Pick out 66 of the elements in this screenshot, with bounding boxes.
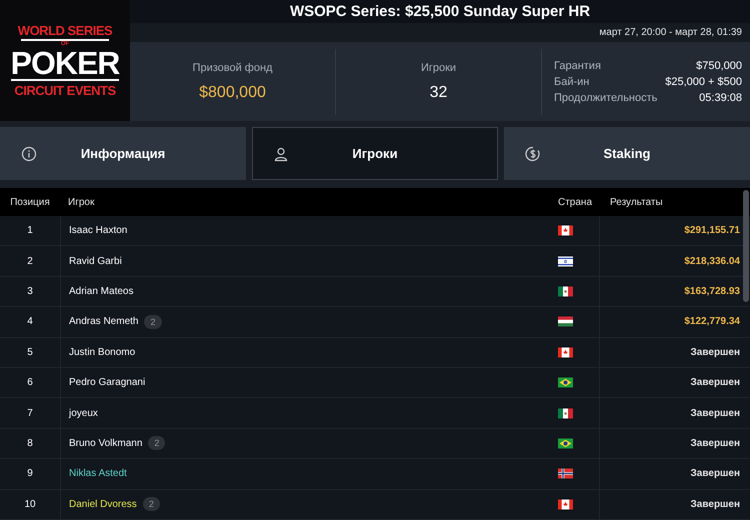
tournament-title: WSOPC Series: $25,500 Sunday Super HR <box>130 0 750 23</box>
player-name[interactable]: Adrian Mateos <box>69 286 134 297</box>
player-name[interactable]: Andras Nemeth <box>69 316 138 328</box>
info-icon <box>21 146 37 162</box>
date-range: март 27, 20:00 - март 28, 01:39 <box>599 27 742 38</box>
detail-label: Бай-ин <box>554 76 590 88</box>
flag-icon <box>558 468 573 480</box>
dollar-coin-icon <box>525 146 541 162</box>
player-name[interactable]: Ravid Garbi <box>69 256 122 267</box>
flag-icon <box>558 377 573 388</box>
tab[interactable]: Игроки <box>252 127 498 180</box>
position: 8 <box>27 438 33 449</box>
result: Завершен <box>690 498 740 510</box>
position: 10 <box>24 498 36 510</box>
result: Завершен <box>690 346 740 358</box>
player-name[interactable]: Niklas Astedt <box>69 468 127 480</box>
detail-label: Гарантия <box>554 60 601 72</box>
position: 5 <box>27 346 33 358</box>
flag-icon <box>558 438 573 449</box>
result: $163,728.93 <box>684 286 740 297</box>
flag-icon <box>558 225 573 236</box>
flag-icon <box>558 316 573 328</box>
column-header: Страна <box>557 196 594 208</box>
flag-icon <box>558 286 573 297</box>
result: $122,779.34 <box>684 316 740 328</box>
position: 6 <box>27 377 33 388</box>
result: $218,336.04 <box>684 256 740 267</box>
column-header: Позиция <box>9 196 51 208</box>
stat-label: Призовой фонд <box>192 62 272 74</box>
flag-icon <box>558 498 573 510</box>
player-name[interactable]: Pedro Garagnani <box>69 377 146 388</box>
detail-value: 05:39:08 <box>699 92 742 104</box>
result: Завершен <box>690 377 740 388</box>
tab[interactable]: Staking <box>504 127 750 180</box>
player-name[interactable]: Daniel Dvoress <box>69 498 137 510</box>
flag-icon <box>558 408 573 419</box>
stat-label: Игроки <box>420 62 456 74</box>
person-icon <box>273 146 289 162</box>
entries-badge: 2 <box>144 314 162 329</box>
stat-value: 32 <box>430 84 448 102</box>
flag-icon <box>558 256 573 267</box>
result: Завершен <box>690 408 740 419</box>
detail-label: Продолжительность <box>554 92 658 104</box>
player-name[interactable]: Bruno Volkmann <box>69 438 142 449</box>
position: 2 <box>27 256 33 267</box>
position: 1 <box>27 225 33 236</box>
column-header: Игрок <box>67 196 96 208</box>
player-name[interactable]: Isaac Haxton <box>69 225 128 236</box>
position: 3 <box>27 286 33 297</box>
player-name[interactable]: joyeux <box>69 408 98 419</box>
position: 9 <box>27 468 33 480</box>
entries-badge: 2 <box>142 497 160 512</box>
position: 4 <box>27 316 33 328</box>
position: 7 <box>27 408 33 419</box>
detail-value: $750,000 <box>696 60 742 72</box>
result: $291,155.71 <box>684 225 740 236</box>
result: Завершен <box>690 438 740 449</box>
tab[interactable]: Информация <box>0 127 246 180</box>
stat-value: $800,000 <box>199 84 266 102</box>
scrollbar[interactable] <box>743 190 749 302</box>
player-name[interactable]: Justin Bonomo <box>69 346 136 358</box>
entries-badge: 2 <box>148 436 166 450</box>
column-header: Результаты <box>609 196 664 208</box>
flag-icon <box>558 346 573 358</box>
detail-value: $25,000 + $500 <box>665 76 742 88</box>
result: Завершен <box>690 468 740 480</box>
